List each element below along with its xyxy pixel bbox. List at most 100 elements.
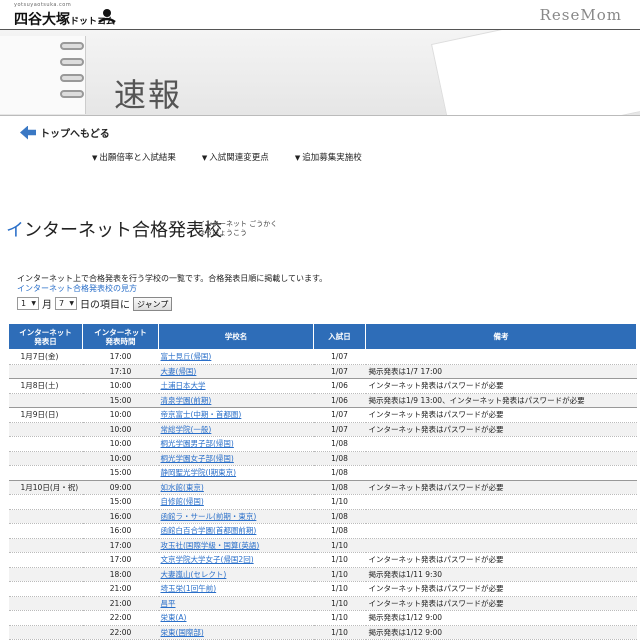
table-row: 16:00 函館白百合学園(首都圏前期) 1/08 — [8, 523, 637, 539]
header-school: 学校名 — [158, 323, 314, 350]
school-cell: 富士見丘(帰国) — [158, 349, 314, 365]
school-link[interactable]: 函館白百合学園(首都圏前期) — [161, 526, 257, 535]
notebook-illustration — [0, 36, 86, 114]
time-cell: 10:00 — [82, 451, 159, 466]
table-row: 1月7日(金) 17:00 富士見丘(帰国) 1/07 — [8, 349, 637, 365]
school-cell: 大妻嵐山(セレクト) — [158, 567, 314, 582]
time-cell: 15:00 — [82, 393, 159, 408]
time-cell: 22:00 — [82, 610, 159, 626]
table-row: 10:00 桐光学園男子部(帰国) 1/08 — [8, 436, 637, 452]
help-link[interactable]: インターネット合格発表校の見方 — [17, 283, 137, 294]
exam-date-cell: 1/08 — [313, 523, 366, 539]
time-cell: 17:00 — [82, 538, 159, 553]
date-cell: 1月7日(金) — [8, 349, 83, 365]
month-select-value: 1 — [21, 299, 27, 308]
jump-button[interactable]: ジャンプ — [133, 296, 173, 311]
date-cell — [8, 364, 83, 379]
school-link[interactable]: 大妻(帰国) — [161, 367, 197, 376]
school-cell: 函館白百合学園(首都圏前期) — [158, 523, 314, 539]
note-cell — [365, 465, 637, 481]
date-cell — [8, 451, 83, 466]
subnav-additional-link[interactable]: 追加募集実施校 — [295, 151, 362, 163]
school-cell: 清泉学園(前期) — [158, 393, 314, 408]
school-link[interactable]: 文京学院大学女子(帰国2回) — [161, 555, 254, 564]
school-link[interactable]: 自修館(帰国) — [161, 497, 204, 506]
month-select[interactable]: 1 ▼ — [17, 297, 39, 310]
school-link[interactable]: 函館ラ・サール(前期・東京) — [161, 512, 257, 521]
date-cell — [8, 581, 83, 597]
note-cell — [365, 538, 637, 553]
day-select[interactable]: 7 ▼ — [55, 297, 77, 310]
note-cell — [365, 509, 637, 524]
table-row: 17:10 大妻(帰国) 1/07 掲示発表は1/7 17:00 — [8, 364, 637, 379]
header-notes: 備考 — [365, 323, 637, 350]
time-cell: 15:00 — [82, 494, 159, 510]
time-cell: 10:00 — [82, 436, 159, 452]
time-cell: 10:00 — [82, 422, 159, 437]
paper-illustration — [430, 30, 640, 115]
table-row: 1月9日(日) 10:00 帝京富士(中期・首都圏) 1/07 インターネット発表はパス… — [8, 407, 637, 423]
note-cell: インターネット発表はパスワードが必要 — [365, 552, 637, 568]
date-cell — [8, 538, 83, 553]
school-link[interactable]: 帝京富士(中期・首都圏) — [161, 410, 242, 419]
note-cell: 掲示発表は1/12 9:00 — [365, 625, 637, 640]
note-cell — [365, 451, 637, 466]
school-link[interactable]: 如水館(東京) — [161, 483, 204, 492]
school-link[interactable]: 常総学院(一般) — [161, 425, 212, 434]
exam-date-cell: 1/10 — [313, 494, 366, 510]
note-cell: インターネット発表はパスワードが必要 — [365, 479, 637, 495]
exam-date-cell: 1/07 — [313, 364, 366, 379]
table-row: 18:00 大妻嵐山(セレクト) 1/10 掲示発表は1/11 9:30 — [8, 567, 637, 582]
subnav-changes-link[interactable]: 入試関連変更点 — [202, 151, 269, 163]
school-link[interactable]: 富士見丘(帰国) — [161, 352, 212, 361]
exam-date-cell: 1/08 — [313, 509, 366, 524]
exam-date-cell: 1/08 — [313, 479, 366, 495]
header-date: インターネット 発表日 — [8, 323, 83, 350]
school-link[interactable]: 栄東(国際部) — [161, 628, 204, 637]
page-title: 速報 — [114, 76, 183, 114]
section-heading: インターネット合格発表校 — [6, 216, 222, 242]
exam-date-cell: 1/08 — [313, 465, 366, 481]
school-link[interactable]: 埼玉栄(1回午前) — [161, 584, 217, 593]
ruby-line-2: はっぴょうこう — [198, 229, 247, 237]
chevron-down-icon: ▼ — [69, 300, 74, 307]
chevron-down-icon: ▼ — [31, 300, 36, 307]
back-to-top-link[interactable]: トップへもどる — [20, 125, 110, 140]
school-link[interactable]: 清泉学園(前期) — [161, 396, 212, 405]
date-cell — [8, 436, 83, 452]
back-to-top-label: トップへもどる — [40, 129, 110, 140]
school-link[interactable]: 静岡聖光学院(Ⅰ期東京) — [161, 468, 237, 477]
section-heading-rest: ンターネット合格発表校 — [24, 220, 222, 241]
school-link[interactable]: 土浦日本大学 — [161, 381, 206, 390]
exam-date-cell: 1/07 — [313, 422, 366, 437]
school-link[interactable]: 大妻嵐山(セレクト) — [161, 570, 227, 579]
note-cell: インターネット発表はパスワードが必要 — [365, 596, 637, 611]
subnav-results-link[interactable]: 出願倍率と入試結果 — [92, 151, 176, 163]
note-cell — [365, 494, 637, 510]
school-link[interactable]: 昌平 — [161, 599, 176, 608]
header-exam-date: 入試日 — [313, 323, 366, 350]
school-link[interactable]: 攻玉社(国際学級・国算(英語) — [161, 541, 260, 550]
date-jump-form: 1 ▼ 月 7 ▼ 日の項目に ジャンプ — [17, 296, 173, 311]
exam-date-cell: 1/06 — [313, 393, 366, 408]
note-cell: 掲示発表は1/9 13:00、インターネット発表はパスワードが必要 — [365, 393, 637, 408]
school-link[interactable]: 栄東(A) — [161, 613, 187, 622]
school-cell: 常総学院(一般) — [158, 422, 314, 437]
table-row: 17:00 文京学院大学女子(帰国2回) 1/10 インターネット発表はパスワードが必… — [8, 552, 637, 568]
note-cell — [365, 349, 637, 365]
table-row: 15:00 自修館(帰国) 1/10 — [8, 494, 637, 510]
back-arrow-icon — [20, 125, 36, 140]
date-cell — [8, 596, 83, 611]
school-cell: 帝京富士(中期・首都圏) — [158, 407, 314, 423]
school-cell: 桐光学園女子部(帰国) — [158, 451, 314, 466]
school-link[interactable]: 桐光学園女子部(帰国) — [161, 454, 234, 463]
time-cell: 22:00 — [82, 625, 159, 640]
day-label: 日の項目に — [80, 300, 130, 311]
exam-date-cell: 1/10 — [313, 552, 366, 568]
date-cell — [8, 625, 83, 640]
time-cell: 17:00 — [82, 552, 159, 568]
time-cell: 17:00 — [82, 349, 159, 365]
school-cell: 桐光学園男子部(帰国) — [158, 436, 314, 452]
school-link[interactable]: 桐光学園男子部(帰国) — [161, 439, 234, 448]
note-cell — [365, 523, 637, 539]
